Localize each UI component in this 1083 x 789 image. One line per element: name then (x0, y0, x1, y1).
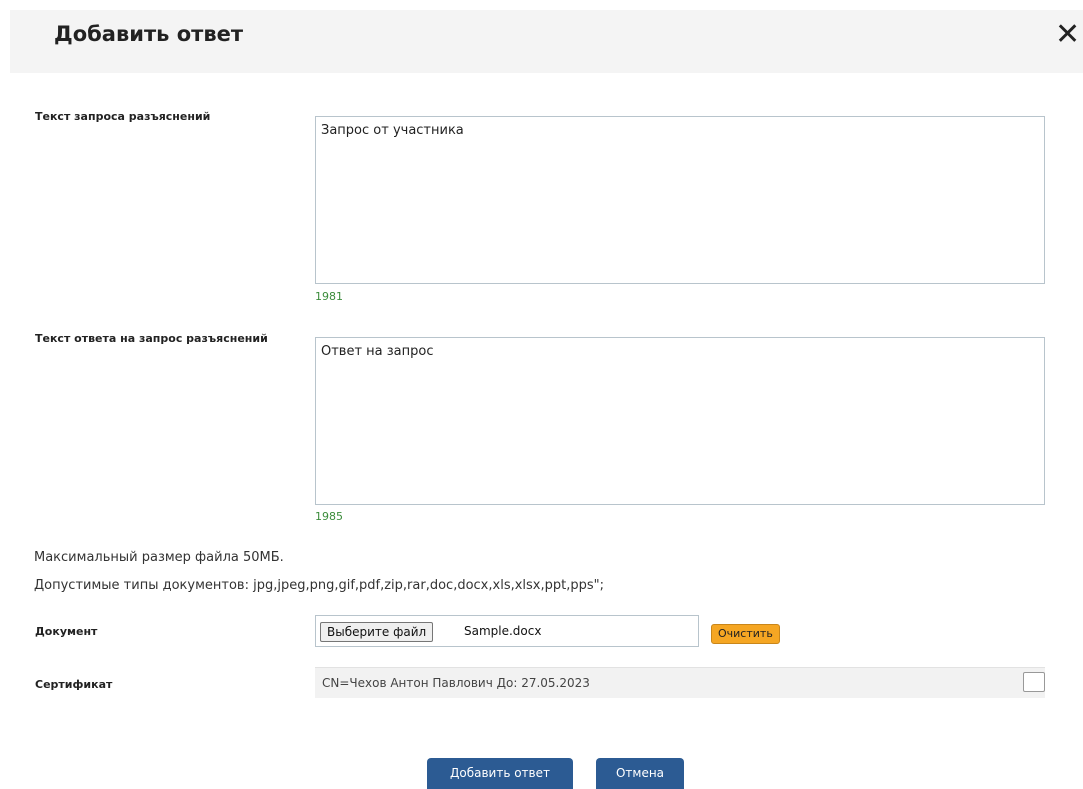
certificate-value: CN=Чехов Антон Павлович До: 27.05.2023 (322, 676, 590, 690)
max-file-size-note: Максимальный размер файла 50МБ. (34, 550, 284, 565)
certificate-row: CN=Чехов Антон Павлович До: 27.05.2023 (315, 667, 1045, 698)
cancel-button[interactable]: Отмена (596, 758, 684, 789)
certificate-label: Сертификат (35, 678, 113, 691)
request-char-counter: 1981 (315, 290, 343, 303)
answer-text-label: Текст ответа на запрос разъяснений (35, 332, 268, 345)
answer-textarea[interactable]: Ответ на запрос (315, 337, 1045, 505)
certificate-checkbox[interactable] (1023, 672, 1045, 692)
choose-file-button[interactable]: Выберите файл (320, 622, 434, 642)
close-icon[interactable]: ✕ (1055, 20, 1080, 50)
request-textarea[interactable]: Запрос от участника (315, 116, 1045, 284)
dialog-header: Добавить ответ ✕ (10, 10, 1083, 73)
clear-file-button[interactable]: Очистить (711, 624, 780, 644)
file-input[interactable]: Выберите файл Sample.docx (315, 615, 699, 647)
add-answer-button[interactable]: Добавить ответ (427, 758, 573, 789)
answer-char-counter: 1985 (315, 510, 343, 523)
document-label: Документ (35, 625, 98, 638)
selected-file-name: Sample.docx (464, 624, 542, 638)
request-text-label: Текст запроса разъяснений (35, 110, 211, 123)
dialog-title: Добавить ответ (54, 22, 244, 46)
allowed-types-note: Допустимые типы документов: jpg,jpeg,png… (34, 578, 604, 593)
